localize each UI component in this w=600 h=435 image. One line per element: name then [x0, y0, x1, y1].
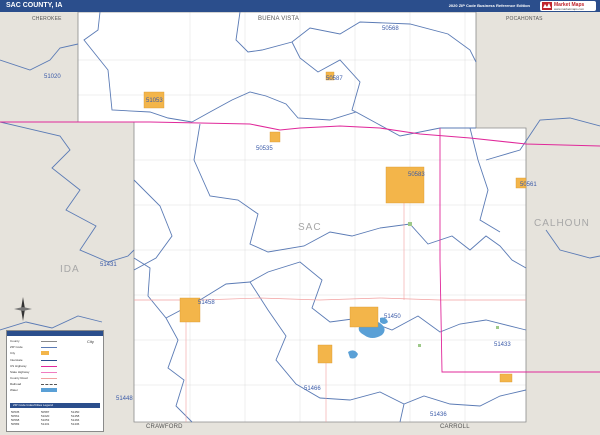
- county-label-sac: SAC: [298, 222, 322, 233]
- zip-label-51450[interactable]: 51450: [384, 314, 401, 320]
- legend-row-zip: ZIP Code: [10, 345, 23, 349]
- zip-label-51020[interactable]: 51020: [44, 74, 61, 80]
- legend-sample-interstate: [41, 360, 57, 361]
- legend-row-county-road: County Road: [10, 376, 28, 380]
- legend-header: [7, 331, 103, 336]
- neighbor-label-ida: IDA: [60, 264, 80, 275]
- legend-row-water: Water: [10, 388, 18, 392]
- zip-label-50583[interactable]: 50583: [408, 172, 425, 178]
- map-root: SAC COUNTY, IA 2020 ZIP Code Business Re…: [0, 0, 600, 435]
- neighbor-label-cherokee: CHEROKEE: [32, 16, 62, 22]
- zip-label-50561[interactable]: 50561: [520, 182, 537, 188]
- sac-county-area: [78, 12, 526, 422]
- legend-sample-state-highway: [41, 372, 57, 373]
- legend-city-sample: City: [87, 339, 101, 344]
- market-maps-logo-icon: [542, 2, 552, 10]
- zip-label-51433[interactable]: 51433: [494, 342, 511, 348]
- brand-badge[interactable]: Market Maps www.marketmaps.com: [540, 1, 596, 11]
- zip-label-51431[interactable]: 51431: [100, 262, 117, 268]
- compass-icon: [14, 297, 32, 321]
- legend-row-railroad: Railroad: [10, 382, 22, 386]
- legend-row-state-highway: State Highway: [10, 370, 30, 374]
- legend-cell-zip: 51431: [41, 422, 50, 426]
- zip-label-50587[interactable]: 50587: [326, 76, 343, 82]
- brand-url: www.marketmaps.com: [554, 7, 585, 11]
- edition-label: 2020 ZIP Code Business Reference Edition: [448, 3, 530, 8]
- neighbor-label-pocahontas: POCAHONTAS: [506, 16, 543, 22]
- legend-sample-railroad: [41, 384, 57, 385]
- zip-label-51466[interactable]: 51466: [304, 386, 321, 392]
- neighbor-label-buena-vista: BUENA VISTA: [258, 16, 300, 22]
- neighbor-label-calhoun: CALHOUN: [534, 218, 590, 229]
- zip-label-50568[interactable]: 50568: [382, 26, 399, 32]
- map-legend: County ZIP Code City Interstate US Highw…: [6, 330, 104, 432]
- calhoun-county-area: [526, 128, 600, 435]
- legend-sample-county: [41, 341, 57, 342]
- legend-row-city: City: [10, 351, 16, 355]
- neighbor-label-carroll: CARROLL: [440, 424, 470, 430]
- legend-row-county: County: [10, 339, 20, 343]
- legend-sample-city: [41, 351, 49, 355]
- legend-table-title: ZIP Code Index/Cities Legend: [13, 403, 53, 407]
- zip-label-51436[interactable]: 51436: [430, 412, 447, 418]
- legend-sample-water: [41, 388, 57, 392]
- neighbor-label-crawford: CRAWFORD: [146, 424, 183, 430]
- zip-label-51053[interactable]: 51053: [146, 98, 163, 104]
- legend-sample-zip: [41, 347, 57, 348]
- map-title: SAC COUNTY, IA: [6, 2, 63, 9]
- legend-row-interstate: Interstate: [10, 358, 23, 362]
- zip-label-51458[interactable]: 51458: [198, 300, 215, 306]
- legend-cell-zip: 51436: [71, 422, 80, 426]
- legend-sample-us-highway: [41, 366, 57, 367]
- legend-row-us-highway: US Highway: [10, 364, 27, 368]
- zip-label-51448[interactable]: 51448: [116, 396, 133, 402]
- legend-sample-county-road: [41, 378, 57, 379]
- legend-cell-zip: 50583: [11, 422, 20, 426]
- zip-label-50535[interactable]: 50535: [256, 146, 273, 152]
- legend-city-label: City: [87, 339, 94, 344]
